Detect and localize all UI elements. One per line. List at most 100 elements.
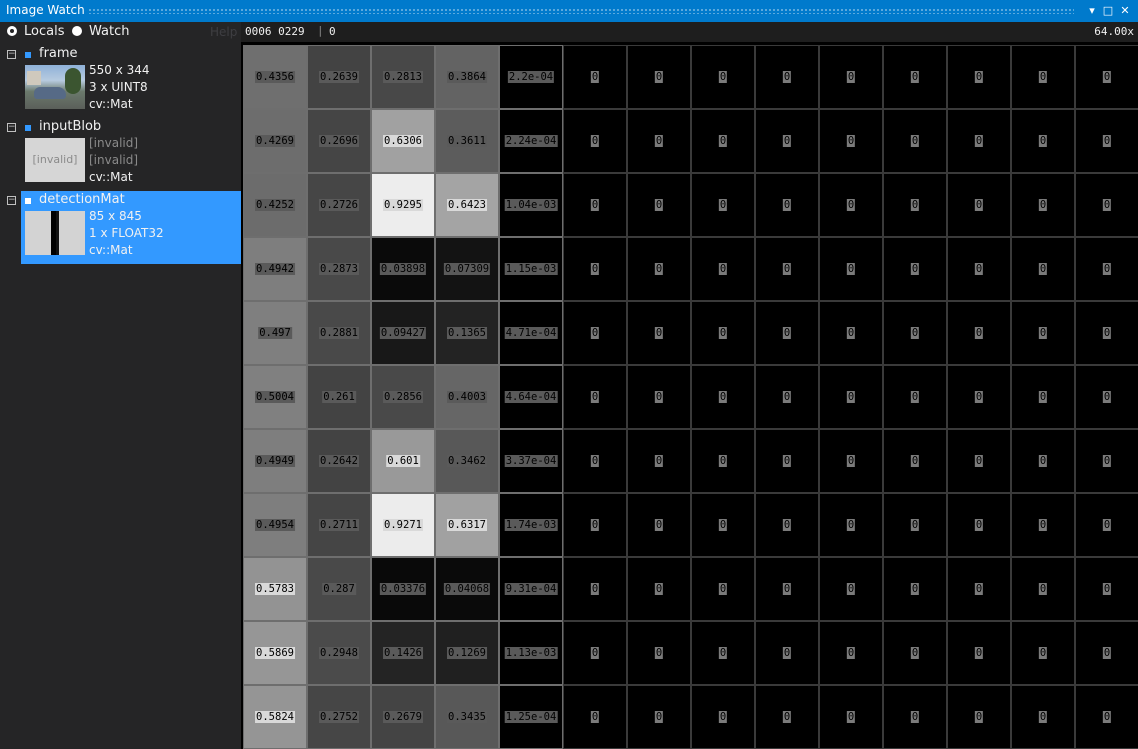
- pixel-cell[interactable]: 0.4356: [243, 45, 307, 109]
- pixel-cell[interactable]: 0: [883, 173, 947, 237]
- pixel-cell[interactable]: 0.04068: [435, 557, 499, 621]
- pixel-cell[interactable]: 0: [1011, 685, 1075, 749]
- pixel-cell[interactable]: 0: [627, 173, 691, 237]
- pixel-cell[interactable]: 0: [627, 365, 691, 429]
- pixel-cell[interactable]: 0.2856: [371, 365, 435, 429]
- pixel-cell[interactable]: 0: [1011, 301, 1075, 365]
- pixel-cell[interactable]: 0.4954: [243, 493, 307, 557]
- pixel-cell[interactable]: 0.497: [243, 301, 307, 365]
- inputblob-thumbnail[interactable]: [invalid]: [25, 138, 85, 182]
- pixel-cell[interactable]: 0.601: [371, 429, 435, 493]
- pixel-cell[interactable]: 0.2679: [371, 685, 435, 749]
- pixel-cell[interactable]: 0.3462: [435, 429, 499, 493]
- collapse-icon[interactable]: −: [7, 50, 16, 59]
- pixel-cell[interactable]: 0.3611: [435, 109, 499, 173]
- pixel-cell[interactable]: 0.5783: [243, 557, 307, 621]
- pixel-cell[interactable]: 0.1269: [435, 621, 499, 685]
- pixel-cell[interactable]: 0.2948: [307, 621, 371, 685]
- pixel-cell[interactable]: 0: [563, 45, 627, 109]
- pixel-cell[interactable]: 0: [691, 45, 755, 109]
- pixel-cell[interactable]: 0: [883, 557, 947, 621]
- pixel-cell[interactable]: 0: [627, 557, 691, 621]
- pixel-cell[interactable]: 0: [819, 557, 883, 621]
- pixel-cell[interactable]: 0: [947, 45, 1011, 109]
- pixel-grid[interactable]: 0.4356 0.2639 0.2813 0.3864 2.2e-04 0 0 0 0 0 0 0 0 0…: [241, 42, 1138, 749]
- pixel-cell[interactable]: 0: [1075, 429, 1138, 493]
- pixel-cell[interactable]: 0: [755, 109, 819, 173]
- pixel-cell[interactable]: 0: [1011, 237, 1075, 301]
- pixel-cell[interactable]: 0: [819, 237, 883, 301]
- pixel-cell[interactable]: 0: [883, 301, 947, 365]
- pixel-cell[interactable]: 0: [627, 621, 691, 685]
- pixel-cell[interactable]: 9.31e-04: [499, 557, 563, 621]
- detectionmat-thumbnail[interactable]: [25, 211, 85, 255]
- pixel-cell[interactable]: 0: [947, 365, 1011, 429]
- pixel-cell[interactable]: 0: [755, 621, 819, 685]
- pixel-cell[interactable]: 0: [627, 685, 691, 749]
- pixel-cell[interactable]: 0.2873: [307, 237, 371, 301]
- pixel-cell[interactable]: 3.37e-04: [499, 429, 563, 493]
- pixel-cell[interactable]: 0: [947, 109, 1011, 173]
- pixel-cell[interactable]: 0.2813: [371, 45, 435, 109]
- pixel-cell[interactable]: 0.4003: [435, 365, 499, 429]
- pixel-cell[interactable]: 1.13e-03: [499, 621, 563, 685]
- pixel-cell[interactable]: 0: [1011, 365, 1075, 429]
- pixel-cell[interactable]: 0.2752: [307, 685, 371, 749]
- pixel-cell[interactable]: 0.2726: [307, 173, 371, 237]
- locals-label[interactable]: Locals: [24, 24, 64, 39]
- pixel-cell[interactable]: 0: [819, 173, 883, 237]
- pixel-cell[interactable]: 0: [1075, 237, 1138, 301]
- pixel-cell[interactable]: 0.2696: [307, 109, 371, 173]
- pixel-cell[interactable]: 0.1426: [371, 621, 435, 685]
- pixel-cell[interactable]: 0: [691, 301, 755, 365]
- pixel-cell[interactable]: 0: [563, 493, 627, 557]
- pixel-cell[interactable]: 0.5869: [243, 621, 307, 685]
- pixel-cell[interactable]: 0: [691, 365, 755, 429]
- pixel-cell[interactable]: 0: [755, 365, 819, 429]
- pixel-cell[interactable]: 1.74e-03: [499, 493, 563, 557]
- pixel-cell[interactable]: 0.6306: [371, 109, 435, 173]
- pixel-cell[interactable]: 0.5824: [243, 685, 307, 749]
- pixel-cell[interactable]: 0: [1075, 45, 1138, 109]
- pixel-cell[interactable]: 0: [947, 621, 1011, 685]
- pixel-cell[interactable]: 0: [1075, 365, 1138, 429]
- pixel-cell[interactable]: 0: [1011, 621, 1075, 685]
- pixel-cell[interactable]: 0: [1075, 109, 1138, 173]
- pixel-cell[interactable]: 0: [819, 365, 883, 429]
- variable-inputblob[interactable]: − inputBlob [invalid] [invalid] [invalid…: [0, 118, 241, 191]
- pixel-cell[interactable]: 0.2711: [307, 493, 371, 557]
- pixel-cell[interactable]: 0: [755, 685, 819, 749]
- pixel-cell[interactable]: 4.71e-04: [499, 301, 563, 365]
- pixel-cell[interactable]: 0.4949: [243, 429, 307, 493]
- watch-radio[interactable]: [72, 26, 82, 36]
- pixel-cell[interactable]: 0: [1011, 493, 1075, 557]
- pixel-cell[interactable]: 0: [1011, 557, 1075, 621]
- pixel-cell[interactable]: 0: [755, 237, 819, 301]
- pixel-cell[interactable]: 0: [627, 237, 691, 301]
- pixel-cell[interactable]: 1.25e-04: [499, 685, 563, 749]
- pixel-cell[interactable]: 0: [883, 237, 947, 301]
- pixel-cell[interactable]: 0: [755, 45, 819, 109]
- pixel-cell[interactable]: 0: [627, 301, 691, 365]
- pixel-cell[interactable]: 1.04e-03: [499, 173, 563, 237]
- pixel-cell[interactable]: 0: [1075, 173, 1138, 237]
- pixel-cell[interactable]: 0: [883, 493, 947, 557]
- pixel-cell[interactable]: 0.03376: [371, 557, 435, 621]
- pixel-cell[interactable]: 0: [819, 109, 883, 173]
- collapse-icon[interactable]: −: [7, 196, 16, 205]
- maximize-icon[interactable]: □: [1100, 2, 1116, 19]
- pixel-cell[interactable]: 0: [691, 429, 755, 493]
- pixel-cell[interactable]: 1.15e-03: [499, 237, 563, 301]
- pixel-cell[interactable]: 0: [1011, 429, 1075, 493]
- pixel-cell[interactable]: 0: [947, 173, 1011, 237]
- pixel-cell[interactable]: 0: [691, 621, 755, 685]
- pixel-cell[interactable]: 0: [755, 557, 819, 621]
- pixel-cell[interactable]: 0.6317: [435, 493, 499, 557]
- pixel-cell[interactable]: 0: [947, 557, 1011, 621]
- pixel-cell[interactable]: 0: [947, 493, 1011, 557]
- dropdown-icon[interactable]: ▾: [1084, 2, 1100, 19]
- pixel-cell[interactable]: 0: [755, 301, 819, 365]
- pixel-cell[interactable]: 0: [819, 429, 883, 493]
- pixel-cell[interactable]: 0.9295: [371, 173, 435, 237]
- pixel-cell[interactable]: 0: [1075, 301, 1138, 365]
